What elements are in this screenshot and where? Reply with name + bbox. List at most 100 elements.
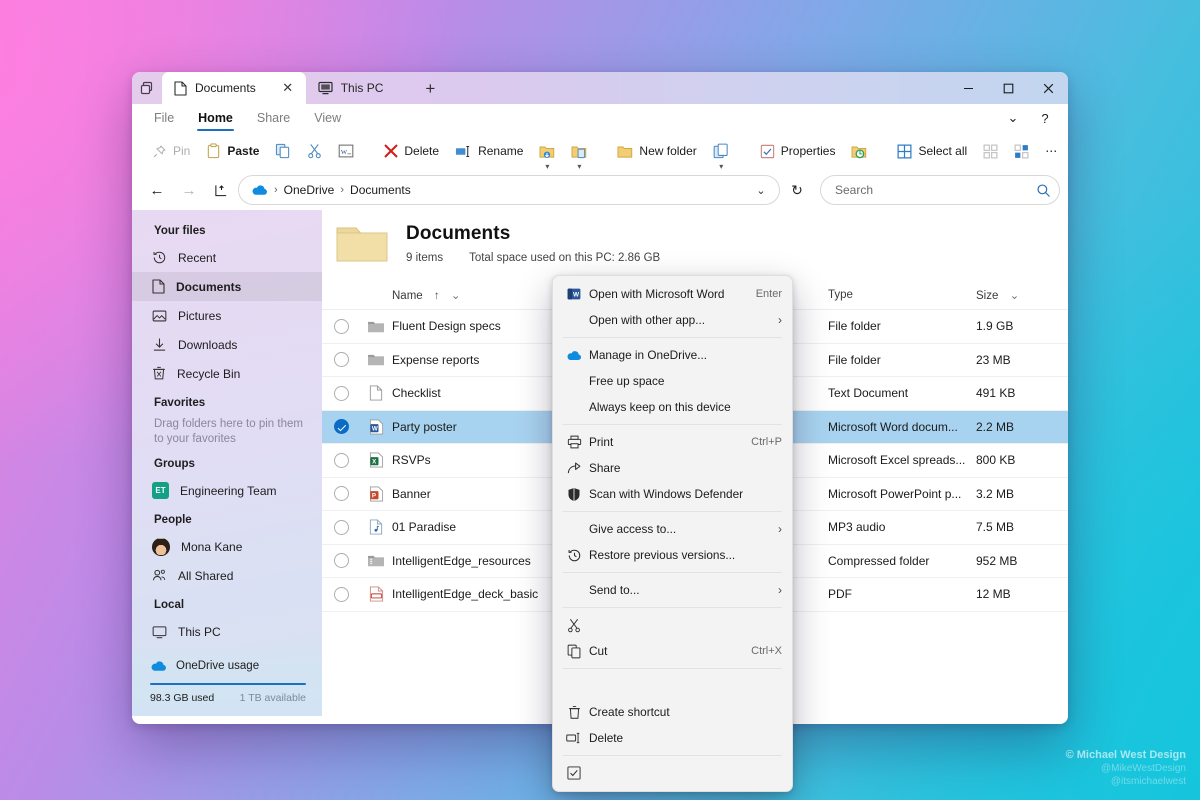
file-type: File folder: [828, 352, 881, 367]
folder-gray-icon: [360, 352, 392, 367]
ribbon-tab-file[interactable]: File: [144, 108, 184, 129]
tabs-stack-icon: [140, 81, 153, 95]
menu-item-manage-in-onedrive[interactable]: Manage in OneDrive...: [553, 342, 792, 368]
search-box[interactable]: [820, 175, 1060, 205]
sidebar-item-all-shared[interactable]: All Shared: [132, 561, 322, 590]
chevron-down-icon[interactable]: ▾: [719, 162, 723, 171]
chevron-down-icon[interactable]: ⌄: [443, 290, 461, 302]
more-options-button[interactable]: ⋯: [1037, 137, 1065, 165]
paste-shortcut-button[interactable]: W: [330, 137, 362, 165]
history-button[interactable]: [843, 137, 875, 165]
address-bar[interactable]: › OneDrive › Documents ⌄: [238, 175, 780, 205]
row-checkbox[interactable]: [322, 486, 360, 502]
sidebar-item-recycle-bin[interactable]: Recycle Bin: [132, 359, 322, 388]
menu-item-delete[interactable]: Create shortcut: [553, 699, 792, 725]
column-header-size[interactable]: Size ⌄: [976, 288, 1068, 302]
address-dropdown-icon[interactable]: ⌄: [749, 178, 773, 202]
row-checkbox[interactable]: [322, 586, 360, 602]
sidebar-item-engineering-team[interactable]: ET Engineering Team: [132, 476, 322, 505]
file-type: Compressed folder: [828, 553, 930, 568]
sidebar-item-label: Documents: [176, 279, 242, 294]
menu-item-label: Free up space: [589, 374, 665, 388]
menu-item-copy[interactable]: Cut Ctrl+X: [553, 638, 792, 664]
new-item-button[interactable]: ▾: [705, 137, 738, 171]
menu-item-create-shortcut[interactable]: [553, 673, 792, 699]
select-all-button[interactable]: Select all: [889, 137, 975, 165]
delete-button[interactable]: Delete: [376, 137, 447, 165]
menu-item-free-up-space[interactable]: Free up space: [553, 368, 792, 394]
menu-item-restore-previous-versions[interactable]: Restore previous versions...: [553, 542, 792, 568]
sidebar-item-pictures[interactable]: Pictures: [132, 301, 322, 330]
menu-item-properties[interactable]: [553, 760, 792, 786]
sidebar-item-documents[interactable]: Documents: [132, 272, 322, 301]
sidebar-item-downloads[interactable]: Downloads: [132, 330, 322, 359]
paste-button[interactable]: Paste: [198, 137, 267, 165]
menu-item-print[interactable]: Print Ctrl+P: [553, 429, 792, 455]
search-input[interactable]: [835, 183, 1036, 197]
row-checkbox[interactable]: [322, 519, 360, 535]
pin-button[interactable]: Pin: [144, 137, 198, 165]
toolbar-label: New folder: [639, 144, 697, 158]
properties-button[interactable]: Properties: [752, 137, 844, 165]
tab-list-button[interactable]: [132, 72, 162, 104]
rename-button[interactable]: Rename: [447, 137, 531, 165]
sidebar-item-this-pc[interactable]: This PC: [132, 617, 322, 646]
row-checkbox[interactable]: [322, 385, 360, 401]
row-checkbox[interactable]: [322, 318, 360, 334]
move-to-button[interactable]: ▾: [531, 137, 563, 171]
menu-item-open-with-other-app[interactable]: Open with other app... ›: [553, 307, 792, 333]
tab-this-pc[interactable]: This PC: [306, 72, 394, 104]
search-icon[interactable]: [1036, 183, 1051, 198]
cut-button[interactable]: [299, 137, 330, 165]
ribbon-expand-button[interactable]: ⌄: [998, 105, 1028, 131]
sidebar-item-label: Recent: [178, 250, 217, 265]
select-none-button[interactable]: [975, 137, 1006, 165]
row-checkbox[interactable]: [322, 452, 360, 468]
chevron-down-icon[interactable]: ▾: [545, 162, 549, 171]
up-button[interactable]: [206, 175, 236, 205]
chevron-down-icon[interactable]: ⌄: [1002, 290, 1020, 302]
ribbon-tab-share[interactable]: Share: [247, 108, 300, 129]
close-button[interactable]: [1028, 72, 1068, 104]
copy-to-button[interactable]: ▾: [563, 137, 595, 171]
ribbon-tab-home[interactable]: Home: [188, 108, 243, 131]
sidebar-item-mona-kane[interactable]: Mona Kane: [132, 532, 322, 561]
column-header-type[interactable]: Type: [828, 289, 976, 301]
minimize-button[interactable]: [948, 72, 988, 104]
maximize-button[interactable]: [988, 72, 1028, 104]
menu-item-rename[interactable]: Delete: [553, 725, 792, 751]
new-folder-icon: [617, 144, 633, 159]
menu-item-give-access-to[interactable]: Give access to... ›: [553, 516, 792, 542]
menu-item-cut[interactable]: [553, 612, 792, 638]
breadcrumb-onedrive[interactable]: OneDrive: [284, 183, 335, 197]
new-folder-button[interactable]: New folder: [609, 137, 704, 165]
menu-item-share[interactable]: Share: [553, 455, 792, 481]
help-button[interactable]: ?: [1030, 105, 1060, 131]
row-checkbox[interactable]: [322, 553, 360, 569]
chevron-down-icon[interactable]: ▾: [577, 162, 581, 171]
onedrive-usage-title-row[interactable]: OneDrive usage: [150, 660, 306, 672]
sidebar-heading-local: Local: [154, 599, 185, 611]
menu-separator: [563, 511, 782, 512]
copy-button[interactable]: [267, 137, 299, 165]
new-tab-button[interactable]: +: [415, 74, 445, 104]
tab-documents[interactable]: Documents ✕: [162, 72, 306, 104]
zip-folder-icon: [360, 553, 392, 568]
space-used: Total space used on this PC: 2.86 GB: [469, 251, 661, 264]
tab-strip: Documents ✕ This PC +: [132, 72, 1068, 104]
forward-button[interactable]: →: [174, 175, 204, 205]
breadcrumb-documents[interactable]: Documents: [350, 183, 411, 197]
menu-item-open-with-word[interactable]: W Open with Microsoft Word Enter: [553, 281, 792, 307]
tab-close-button[interactable]: ✕: [280, 80, 296, 96]
ribbon-tab-view[interactable]: View: [304, 108, 351, 129]
refresh-button[interactable]: ↻: [782, 175, 812, 205]
row-checkbox[interactable]: [322, 352, 360, 368]
recycle-bin-icon: [152, 366, 166, 381]
back-button[interactable]: ←: [142, 175, 172, 205]
row-checkbox[interactable]: [322, 419, 360, 435]
menu-item-scan-with-defender[interactable]: Scan with Windows Defender: [553, 481, 792, 507]
menu-item-send-to[interactable]: Send to... ›: [553, 577, 792, 603]
menu-item-always-keep-on-device[interactable]: Always keep on this device: [553, 394, 792, 420]
invert-selection-button[interactable]: [1006, 137, 1037, 165]
sidebar-item-recent[interactable]: Recent: [132, 243, 322, 272]
